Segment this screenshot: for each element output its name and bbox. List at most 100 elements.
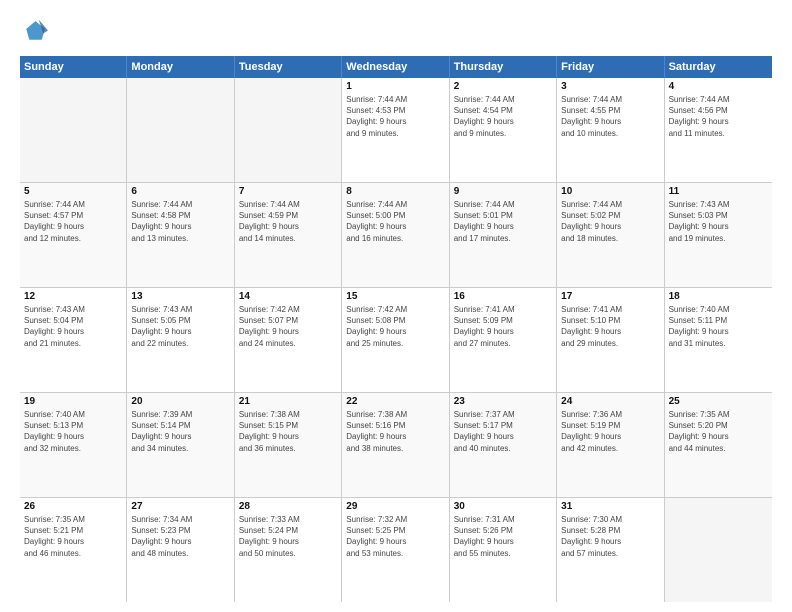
cell-detail: Sunrise: 7:44 AM Sunset: 4:58 PM Dayligh… <box>131 199 229 244</box>
cell-detail: Sunrise: 7:32 AM Sunset: 5:25 PM Dayligh… <box>346 514 444 559</box>
cell-detail: Sunrise: 7:40 AM Sunset: 5:13 PM Dayligh… <box>24 409 122 454</box>
cal-cell: 10 Sunrise: 7:44 AM Sunset: 5:02 PM Dayli… <box>557 183 664 287</box>
week-row-3: 12 Sunrise: 7:43 AM Sunset: 5:04 PM Dayli… <box>20 288 772 393</box>
week-row-5: 26 Sunrise: 7:35 AM Sunset: 5:21 PM Dayli… <box>20 498 772 602</box>
day-number: 12 <box>24 291 122 302</box>
cell-detail: Sunrise: 7:44 AM Sunset: 5:02 PM Dayligh… <box>561 199 659 244</box>
cal-cell: 14 Sunrise: 7:42 AM Sunset: 5:07 PM Dayli… <box>235 288 342 392</box>
logo <box>20 18 52 46</box>
day-number: 9 <box>454 186 552 197</box>
cell-detail: Sunrise: 7:36 AM Sunset: 5:19 PM Dayligh… <box>561 409 659 454</box>
header-cell-wednesday: Wednesday <box>342 56 449 78</box>
day-number: 8 <box>346 186 444 197</box>
day-number: 26 <box>24 501 122 512</box>
day-number: 11 <box>669 186 768 197</box>
day-number: 6 <box>131 186 229 197</box>
cal-cell: 23Sunrise: 7:37 AM Sunset: 5:17 PM Dayli… <box>450 393 557 497</box>
cal-cell: 19 Sunrise: 7:40 AM Sunset: 5:13 PM Dayli… <box>20 393 127 497</box>
cal-cell: 7Sunrise: 7:44 AM Sunset: 4:59 PM Daylig… <box>235 183 342 287</box>
cell-detail: Sunrise: 7:34 AM Sunset: 5:23 PM Dayligh… <box>131 514 229 559</box>
day-number: 25 <box>669 396 768 407</box>
cell-detail: Sunrise: 7:44 AM Sunset: 4:55 PM Dayligh… <box>561 94 659 139</box>
cal-cell: 6 Sunrise: 7:44 AM Sunset: 4:58 PM Daylig… <box>127 183 234 287</box>
cell-detail: Sunrise: 7:42 AM Sunset: 5:07 PM Dayligh… <box>239 304 337 349</box>
cell-detail: Sunrise: 7:42 AM Sunset: 5:08 PM Dayligh… <box>346 304 444 349</box>
cell-detail: Sunrise: 7:31 AM Sunset: 5:26 PM Dayligh… <box>454 514 552 559</box>
day-number: 10 <box>561 186 659 197</box>
cell-detail: Sunrise: 7:33 AM Sunset: 5:24 PM Dayligh… <box>239 514 337 559</box>
day-number: 20 <box>131 396 229 407</box>
cell-detail: Sunrise: 7:35 AM Sunset: 5:20 PM Dayligh… <box>669 409 768 454</box>
cal-cell: 26 Sunrise: 7:35 AM Sunset: 5:21 PM Dayli… <box>20 498 127 602</box>
cell-detail: Sunrise: 7:44 AM Sunset: 4:54 PM Dayligh… <box>454 94 552 139</box>
cal-cell: 27 Sunrise: 7:34 AM Sunset: 5:23 PM Dayli… <box>127 498 234 602</box>
day-number: 2 <box>454 81 552 92</box>
cal-cell: 11 Sunrise: 7:43 AM Sunset: 5:03 PM Dayli… <box>665 183 772 287</box>
calendar-body: 1 Sunrise: 7:44 AM Sunset: 4:53 PM Daylig… <box>20 78 772 602</box>
day-number: 15 <box>346 291 444 302</box>
cal-cell: 2 Sunrise: 7:44 AM Sunset: 4:54 PM Daylig… <box>450 78 557 182</box>
cell-detail: Sunrise: 7:35 AM Sunset: 5:21 PM Dayligh… <box>24 514 122 559</box>
cell-detail: Sunrise: 7:44 AM Sunset: 4:53 PM Dayligh… <box>346 94 444 139</box>
cal-cell: 21 Sunrise: 7:38 AM Sunset: 5:15 PM Dayli… <box>235 393 342 497</box>
cal-cell: 5Sunrise: 7:44 AM Sunset: 4:57 PM Daylig… <box>20 183 127 287</box>
cal-cell <box>127 78 234 182</box>
cal-cell: 17Sunrise: 7:41 AM Sunset: 5:10 PM Dayli… <box>557 288 664 392</box>
cell-detail: Sunrise: 7:38 AM Sunset: 5:15 PM Dayligh… <box>239 409 337 454</box>
day-number: 17 <box>561 291 659 302</box>
cal-cell: 31 Sunrise: 7:30 AM Sunset: 5:28 PM Dayli… <box>557 498 664 602</box>
day-number: 21 <box>239 396 337 407</box>
day-number: 27 <box>131 501 229 512</box>
day-number: 16 <box>454 291 552 302</box>
cal-cell: 30 Sunrise: 7:31 AM Sunset: 5:26 PM Dayli… <box>450 498 557 602</box>
cal-cell: 9 Sunrise: 7:44 AM Sunset: 5:01 PM Daylig… <box>450 183 557 287</box>
day-number: 22 <box>346 396 444 407</box>
cell-detail: Sunrise: 7:44 AM Sunset: 5:01 PM Dayligh… <box>454 199 552 244</box>
header-cell-monday: Monday <box>127 56 234 78</box>
cell-detail: Sunrise: 7:44 AM Sunset: 5:00 PM Dayligh… <box>346 199 444 244</box>
cal-cell: 16 Sunrise: 7:41 AM Sunset: 5:09 PM Dayli… <box>450 288 557 392</box>
cal-cell: 8 Sunrise: 7:44 AM Sunset: 5:00 PM Daylig… <box>342 183 449 287</box>
cell-detail: Sunrise: 7:39 AM Sunset: 5:14 PM Dayligh… <box>131 409 229 454</box>
cal-cell: 28Sunrise: 7:33 AM Sunset: 5:24 PM Dayli… <box>235 498 342 602</box>
cell-detail: Sunrise: 7:44 AM Sunset: 4:59 PM Dayligh… <box>239 199 337 244</box>
logo-icon <box>20 18 48 46</box>
cell-detail: Sunrise: 7:30 AM Sunset: 5:28 PM Dayligh… <box>561 514 659 559</box>
header <box>20 18 772 46</box>
cal-cell: 29Sunrise: 7:32 AM Sunset: 5:25 PM Dayli… <box>342 498 449 602</box>
header-cell-saturday: Saturday <box>665 56 772 78</box>
day-number: 19 <box>24 396 122 407</box>
day-number: 14 <box>239 291 337 302</box>
cal-cell: 18Sunrise: 7:40 AM Sunset: 5:11 PM Dayli… <box>665 288 772 392</box>
cal-cell: 22 Sunrise: 7:38 AM Sunset: 5:16 PM Dayli… <box>342 393 449 497</box>
cal-cell: 15 Sunrise: 7:42 AM Sunset: 5:08 PM Dayli… <box>342 288 449 392</box>
day-number: 31 <box>561 501 659 512</box>
calendar: SundayMondayTuesdayWednesdayThursdayFrid… <box>20 56 772 602</box>
calendar-header: SundayMondayTuesdayWednesdayThursdayFrid… <box>20 56 772 78</box>
cal-cell: 1 Sunrise: 7:44 AM Sunset: 4:53 PM Daylig… <box>342 78 449 182</box>
cell-detail: Sunrise: 7:37 AM Sunset: 5:17 PM Dayligh… <box>454 409 552 454</box>
cell-detail: Sunrise: 7:43 AM Sunset: 5:05 PM Dayligh… <box>131 304 229 349</box>
cell-detail: Sunrise: 7:43 AM Sunset: 5:04 PM Dayligh… <box>24 304 122 349</box>
day-number: 1 <box>346 81 444 92</box>
cal-cell: 25 Sunrise: 7:35 AM Sunset: 5:20 PM Dayli… <box>665 393 772 497</box>
cal-cell <box>20 78 127 182</box>
cal-cell: 24 Sunrise: 7:36 AM Sunset: 5:19 PM Dayli… <box>557 393 664 497</box>
cal-cell <box>665 498 772 602</box>
day-number: 4 <box>669 81 768 92</box>
day-number: 24 <box>561 396 659 407</box>
day-number: 30 <box>454 501 552 512</box>
cell-detail: Sunrise: 7:38 AM Sunset: 5:16 PM Dayligh… <box>346 409 444 454</box>
day-number: 13 <box>131 291 229 302</box>
cell-detail: Sunrise: 7:44 AM Sunset: 4:57 PM Dayligh… <box>24 199 122 244</box>
cell-detail: Sunrise: 7:43 AM Sunset: 5:03 PM Dayligh… <box>669 199 768 244</box>
header-cell-tuesday: Tuesday <box>235 56 342 78</box>
cal-cell <box>235 78 342 182</box>
cal-cell: 20 Sunrise: 7:39 AM Sunset: 5:14 PM Dayli… <box>127 393 234 497</box>
week-row-4: 19 Sunrise: 7:40 AM Sunset: 5:13 PM Dayli… <box>20 393 772 498</box>
day-number: 18 <box>669 291 768 302</box>
header-cell-sunday: Sunday <box>20 56 127 78</box>
cal-cell: 4Sunrise: 7:44 AM Sunset: 4:56 PM Daylig… <box>665 78 772 182</box>
cal-cell: 12 Sunrise: 7:43 AM Sunset: 5:04 PM Dayli… <box>20 288 127 392</box>
cell-detail: Sunrise: 7:41 AM Sunset: 5:09 PM Dayligh… <box>454 304 552 349</box>
